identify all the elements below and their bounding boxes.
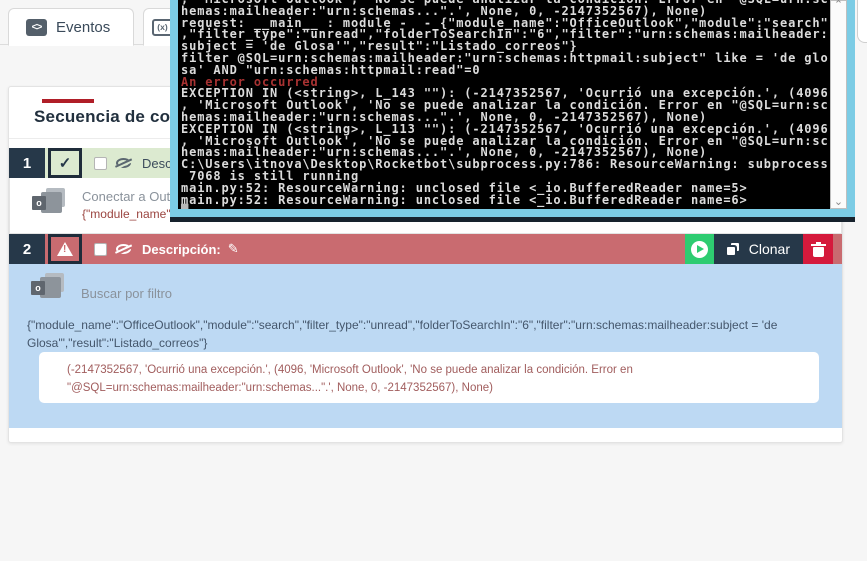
tab-fragment bbox=[857, 0, 867, 43]
step-2-hide-eye-icon[interactable] bbox=[116, 244, 131, 254]
play-step-button[interactable] bbox=[685, 234, 714, 264]
scroll-down-icon[interactable]: ⌄ bbox=[831, 194, 846, 208]
play-icon bbox=[691, 241, 708, 258]
step-2-module-params: {"module_name":"OfficeOutlook","module":… bbox=[27, 316, 827, 352]
console-scrollbar[interactable]: ⌃ ⌄ bbox=[830, 0, 847, 209]
title-accent-bar bbox=[42, 99, 94, 103]
step-2-body: o Buscar por filtro {"module_name":"Offi… bbox=[9, 264, 842, 428]
console-window: , 'Microsoft Outlook', 'No se puede anal… bbox=[170, 0, 855, 222]
error-line-2: "@SQL=urn:schemas:mailheader:"urn:schema… bbox=[67, 379, 819, 397]
error-line-1: (-2147352567, 'Ocurrió una excepción.', … bbox=[67, 361, 819, 379]
warning-icon bbox=[57, 242, 73, 256]
console-screen: , 'Microsoft Outlook', 'No se puede anal… bbox=[178, 0, 830, 209]
step-error-box: (-2147352567, 'Ocurrió una excepción.', … bbox=[39, 352, 819, 403]
clone-button-label: Clonar bbox=[749, 241, 790, 257]
tab-eventos[interactable]: <> Eventos bbox=[8, 8, 134, 46]
check-icon: ✓ bbox=[59, 154, 72, 172]
clone-icon bbox=[727, 243, 740, 256]
console-line: main.py:52: ResourceWarning: unclosed fi… bbox=[181, 195, 830, 207]
trash-icon bbox=[813, 247, 824, 257]
code-icon: <> bbox=[26, 19, 47, 36]
step-1-hide-eye-icon[interactable] bbox=[116, 158, 131, 168]
step-2-edit-pencil-icon[interactable]: ✎ bbox=[228, 241, 239, 257]
step-1-checkbox[interactable] bbox=[94, 157, 107, 170]
step-2-checkbox[interactable] bbox=[94, 243, 107, 256]
clone-button[interactable]: Clonar bbox=[714, 234, 803, 264]
outlook-module-icon: o bbox=[31, 273, 69, 305]
step-1-number-badge: 1 bbox=[9, 148, 45, 178]
outlook-module-icon: o bbox=[32, 188, 70, 220]
step-1-status-check[interactable]: ✓ bbox=[48, 148, 82, 178]
delete-button[interactable] bbox=[803, 234, 833, 264]
step-2-status-warning[interactable] bbox=[48, 234, 82, 264]
tab-eventos-label: Eventos bbox=[56, 19, 110, 36]
step-2-header: 2 Descripción: ✎ Clonar bbox=[9, 234, 842, 264]
params-line-1: {"module_name":"OfficeOutlook","module":… bbox=[27, 316, 827, 334]
step-2: 2 Descripción: ✎ Clonar bbox=[9, 234, 842, 428]
step-2-description-label: Descripción: bbox=[142, 242, 221, 257]
step-2-module-title: Buscar por filtro bbox=[81, 286, 172, 301]
params-line-2: Glosa'","result":"Listado_correos"} bbox=[27, 334, 827, 352]
step-2-number-badge: 2 bbox=[9, 234, 45, 264]
scroll-up-icon[interactable]: ⌃ bbox=[831, 0, 846, 11]
